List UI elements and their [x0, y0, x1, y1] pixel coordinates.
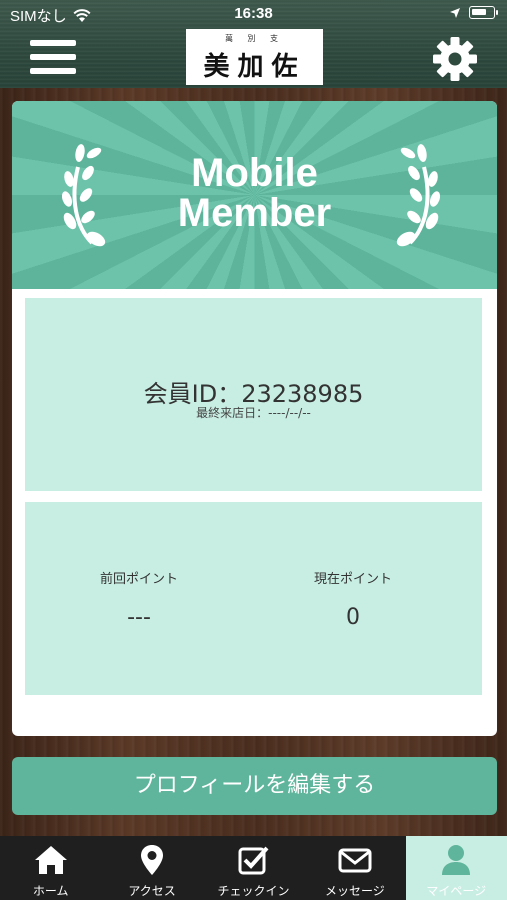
- tab-label: メッセージ: [324, 884, 385, 898]
- battery-fill: [472, 9, 486, 15]
- current-points: 現在ポイント 0: [239, 568, 467, 630]
- previous-points-label: 前回ポイント: [99, 572, 178, 587]
- logo-title: 美加佐: [203, 52, 306, 82]
- tab-home[interactable]: ホーム: [0, 836, 101, 900]
- checkbox-icon: [238, 846, 269, 875]
- previous-points-value: ---: [127, 605, 151, 630]
- tab-label: マイページ: [426, 884, 487, 898]
- tab-bar: ホーム アクセス チェックイン メッセージ マイページ: [0, 836, 507, 900]
- menu-bar: [30, 40, 76, 46]
- clock: 16:38: [234, 5, 273, 22]
- map-pin-icon: [141, 845, 164, 875]
- app-logo: 萬 別 支 美加佐: [186, 29, 323, 85]
- hamburger-menu-button[interactable]: [30, 40, 76, 76]
- tab-label: ホーム: [32, 884, 69, 898]
- previous-points: 前回ポイント ---: [25, 568, 253, 630]
- tab-label: アクセス: [128, 884, 176, 898]
- tab-mypage[interactable]: マイページ: [405, 836, 507, 900]
- home-icon: [34, 846, 67, 874]
- laurel-right-icon: [396, 144, 440, 247]
- tab-message[interactable]: メッセージ: [304, 836, 405, 900]
- member-id-panel: 会員ID：23238985 最終来店日：----/--/--: [25, 298, 482, 491]
- tab-access[interactable]: アクセス: [101, 836, 202, 900]
- current-points-value: 0: [346, 605, 360, 630]
- status-right: [449, 6, 498, 19]
- gear-icon[interactable]: [431, 35, 479, 83]
- logo-subtitle: 萬 別 支: [224, 34, 285, 43]
- status-bar: SIMなし 16:38: [0, 0, 507, 28]
- member-card: Mobile Member 会員ID：23238985 最終来店日：----/-…: [12, 101, 497, 736]
- menu-bar: [30, 68, 76, 74]
- member-banner: Mobile Member: [12, 101, 497, 289]
- location-arrow-icon: [450, 7, 460, 18]
- current-points-label: 現在ポイント: [313, 572, 392, 587]
- tab-checkin[interactable]: チェックイン: [203, 836, 304, 900]
- last-visit-date: 最終来店日：----/--/--: [196, 406, 311, 420]
- points-panel: 前回ポイント --- 現在ポイント 0: [25, 502, 482, 695]
- mail-icon: [338, 848, 372, 873]
- edit-profile-button[interactable]: プロフィールを編集する: [12, 757, 497, 815]
- user-icon: [442, 845, 471, 875]
- battery-icon: [469, 6, 498, 19]
- menu-bar: [30, 54, 76, 60]
- tab-label: チェックイン: [217, 884, 290, 898]
- app-header: SIMなし 16:38 萬 別 支 美加佐: [0, 0, 507, 88]
